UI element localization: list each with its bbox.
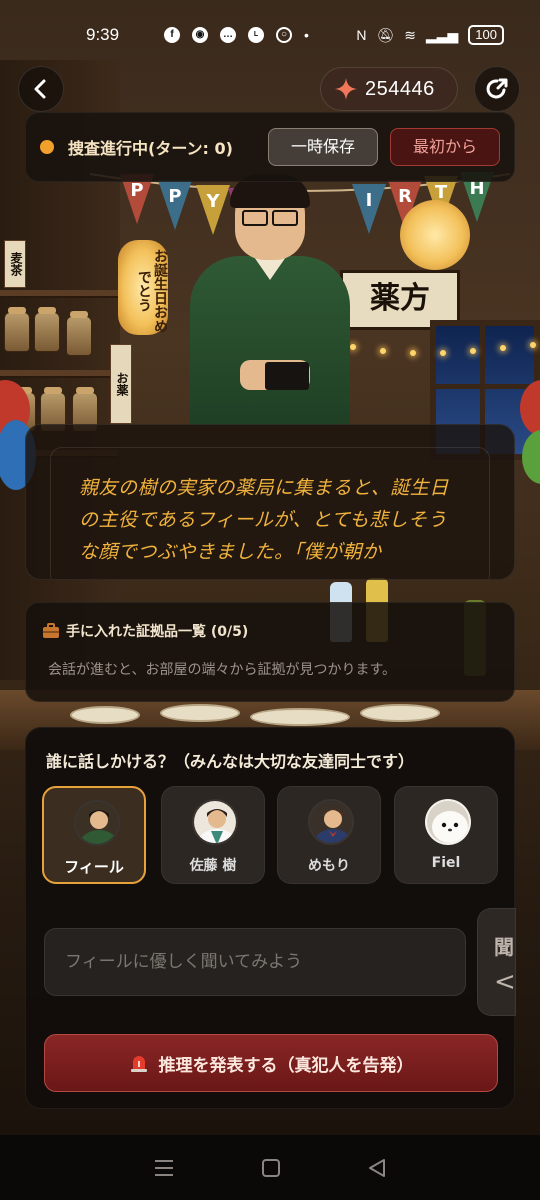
avatar <box>74 800 120 846</box>
character-card-fiel[interactable]: フィール <box>42 786 146 884</box>
points-display[interactable]: 254446 <box>320 67 458 111</box>
medicine-jar <box>4 307 30 352</box>
talk-target-title: 誰に話しかける？（みんなは大切な友達同士です） <box>46 752 415 771</box>
battery-icon: 100 <box>468 25 504 45</box>
nfc-icon: Ν <box>356 27 367 43</box>
restart-button[interactable]: 最初から <box>390 128 500 166</box>
status-bar: 9:39 f ◉ … L ○ • Ν 🔕︎ ≋ ▂▃▅ 100 <box>0 0 540 70</box>
shelf <box>0 370 118 378</box>
accuse-button[interactable]: 推理を発表する（真犯人を告発） <box>44 1034 498 1092</box>
wifi-icon: ≋ <box>404 26 416 43</box>
side-panel-toggle[interactable]: 聞 < <box>477 908 516 1016</box>
character-card-memori[interactable]: めもり <box>277 786 381 884</box>
character-card-fiel-pet[interactable]: Fiel <box>394 786 498 884</box>
sparkle-icon <box>335 78 357 100</box>
briefcase-icon <box>43 623 59 638</box>
points-value: 254446 <box>365 77 435 100</box>
instagram-icon: ○ <box>276 27 292 43</box>
jar-label: 麦茶 <box>4 240 26 288</box>
chevron-left-icon: < <box>494 967 516 997</box>
mute-icon: 🔕︎ <box>376 26 395 43</box>
character-name: フィール <box>64 858 124 876</box>
paper-lantern <box>400 200 470 270</box>
recent-apps-icon[interactable] <box>153 1158 175 1178</box>
evidence-hint: 会話が進むと、お部屋の端々から証拠が見つかります。 <box>48 662 397 678</box>
signal-icon: ▂▃▅ <box>425 26 459 43</box>
notification-icons: f ◉ … L ○ • <box>164 27 309 43</box>
avatar <box>192 799 238 845</box>
character-fiel <box>180 174 360 426</box>
food-plate <box>250 708 350 726</box>
narration-box: 親友の樹の実家の薬局に集まると、誕生日の主役であるフィールが、とても悲しそうな顔… <box>50 447 490 579</box>
medicine-jar <box>66 311 92 356</box>
evidence-header: 手に入れた証拠品一覧 (0/5) <box>42 621 498 641</box>
line-icon: L <box>248 27 264 43</box>
avatar <box>425 799 471 845</box>
investigation-status-bar: 捜査進行中(ターン: 0) 一時保存 最初から <box>25 112 515 182</box>
birthday-lantern: お誕生日おめでとう <box>118 240 168 335</box>
string-lights <box>340 340 540 360</box>
back-icon[interactable] <box>367 1158 387 1178</box>
share-button[interactable] <box>474 66 520 112</box>
back-button[interactable] <box>18 66 64 112</box>
medicine-tag: お薬 <box>110 344 132 424</box>
side-tab-label: 聞 <box>494 935 514 959</box>
status-time: 9:39 <box>86 25 120 44</box>
character-glasses <box>242 210 298 226</box>
gift-box <box>265 362 309 390</box>
chat-icon: … <box>220 27 236 43</box>
narration-text: 親友の樹の実家の薬局に集まると、誕生日の主役であるフィールが、とても悲しそうな顔… <box>79 477 449 563</box>
evidence-panel[interactable]: 手に入れた証拠品一覧 (0/5) 会話が進むと、お部屋の端々から証拠が見つかりま… <box>25 602 515 702</box>
character-torso <box>190 256 350 426</box>
message-input[interactable] <box>44 928 466 996</box>
facebook-icon: f <box>164 27 180 43</box>
investigation-status: 捜査進行中(ターン: 0) <box>68 139 233 158</box>
character-name: Fiel <box>431 855 461 871</box>
system-navigation-bar <box>0 1135 540 1200</box>
character-name: 佐藤 樹 <box>189 858 237 874</box>
share-icon <box>486 78 508 99</box>
food-plate <box>70 706 140 724</box>
shelf <box>0 290 118 298</box>
discord-icon: ◉ <box>192 27 208 43</box>
narration-panel[interactable]: 親友の樹の実家の薬局に集まると、誕生日の主役であるフィールが、とても悲しそうな顔… <box>25 424 515 580</box>
back-chevron-icon <box>34 79 46 99</box>
system-icons: Ν 🔕︎ ≋ ▂▃▅ 100 <box>356 25 504 45</box>
conversation-panel: 誰に話しかける？（みんなは大切な友達同士です） フィール 佐藤 樹 めもり Fi… <box>25 727 516 1109</box>
home-icon[interactable] <box>261 1158 281 1178</box>
medicine-jar <box>34 307 60 352</box>
siren-icon <box>130 1056 147 1072</box>
food-plate <box>160 704 240 722</box>
status-indicator-dot <box>40 140 54 154</box>
character-name: めもり <box>308 858 350 874</box>
avatar <box>308 799 354 845</box>
food-plate <box>360 704 440 722</box>
evidence-title: 手に入れた証拠品一覧 (0/5) <box>66 624 249 640</box>
accuse-label: 推理を発表する（真犯人を告発） <box>158 1055 414 1076</box>
dot-icon: • <box>304 27 309 43</box>
save-button[interactable]: 一時保存 <box>268 128 378 166</box>
character-card-sato-itsuki[interactable]: 佐藤 樹 <box>161 786 265 884</box>
